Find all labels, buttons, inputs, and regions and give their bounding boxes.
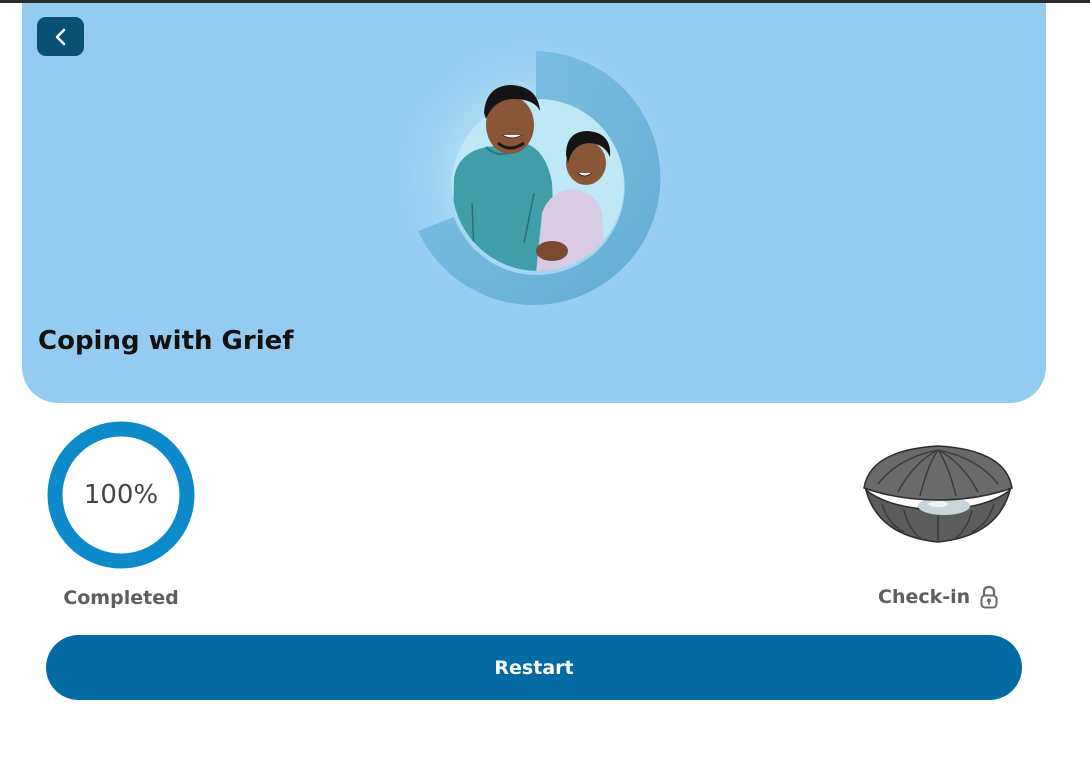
back-button[interactable] bbox=[37, 17, 84, 56]
clam-shell-pearl-image bbox=[863, 445, 1013, 543]
father-and-child-illustration bbox=[374, 23, 694, 343]
restart-button[interactable]: Restart bbox=[46, 635, 1022, 700]
course-title: Coping with Grief bbox=[38, 326, 294, 356]
chevron-left-icon bbox=[55, 28, 65, 45]
progress-ring: 100% bbox=[47, 421, 195, 569]
check-in-label: Check-in bbox=[878, 586, 971, 608]
lock-icon bbox=[980, 585, 998, 609]
progress-label: Completed bbox=[63, 587, 179, 609]
progress-percentage: 100% bbox=[83, 480, 159, 510]
check-in-status: Check-in bbox=[878, 583, 998, 611]
course-hero-banner: Coping with Grief bbox=[22, 3, 1046, 403]
